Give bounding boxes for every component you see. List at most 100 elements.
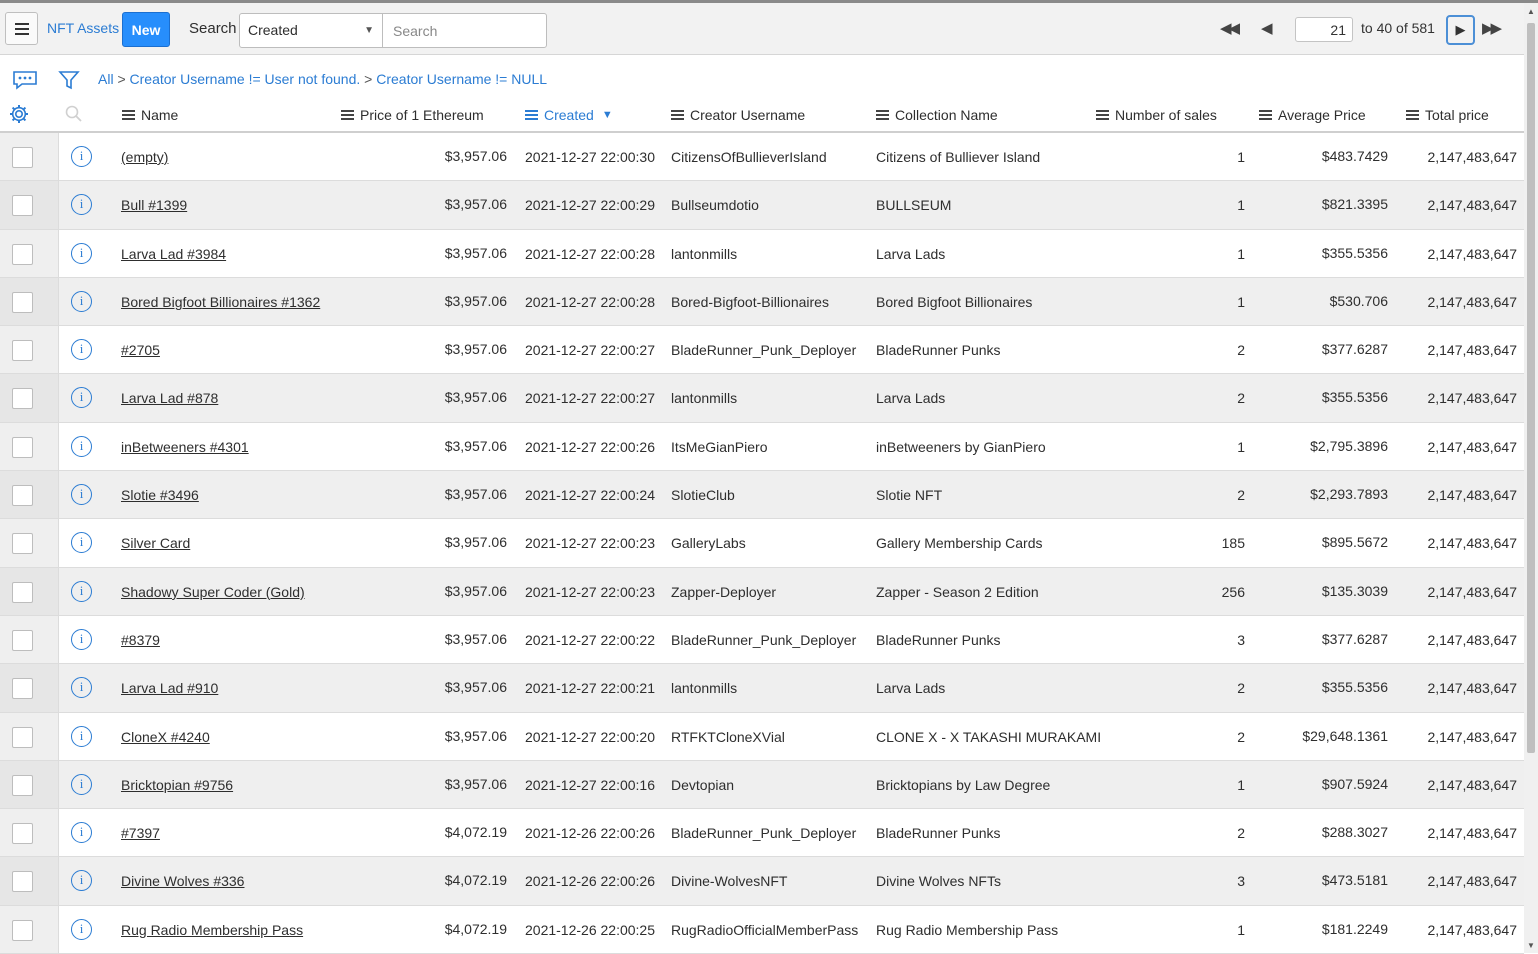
column-header-price-eth[interactable]: Price of 1 Ethereum [341,107,484,123]
info-icon[interactable]: i [71,387,92,409]
scrollbar-thumb[interactable] [1527,23,1535,753]
breadcrumb-all[interactable]: All [98,71,114,87]
row-name-link[interactable]: CloneX #4240 [121,729,210,745]
search-input[interactable] [382,13,547,48]
info-icon[interactable]: i [71,339,92,361]
comments-icon[interactable] [12,70,38,90]
info-icon[interactable]: i [71,146,92,167]
row-total-price: 2,147,483,647 [1427,583,1517,600]
scroll-up-icon[interactable]: ▲ [1527,7,1535,16]
row-name-link[interactable]: Larva Lad #878 [121,390,218,406]
row-name-link[interactable]: Bricktopian #9756 [121,777,233,793]
info-icon[interactable]: i [71,773,92,795]
row-checkbox[interactable] [12,436,33,458]
row-name-link[interactable]: Silver Card [121,535,190,551]
row-checkbox[interactable] [12,581,33,603]
column-menu-icon[interactable] [341,108,354,122]
first-page-icon[interactable]: ◀◀ [1220,19,1240,37]
row-checkbox[interactable] [12,678,33,700]
page-number-input[interactable] [1295,17,1353,42]
row-checkbox[interactable] [12,147,33,168]
row-checkbox[interactable] [12,774,33,796]
column-menu-icon[interactable] [1406,108,1419,122]
search-icon[interactable] [64,104,84,124]
column-header-avg-price[interactable]: Average Price [1259,107,1366,123]
table-row: i (empty) $3,957.06 2021-12-27 22:00:30 Citi… [0,133,1524,182]
row-checkbox[interactable] [12,919,33,941]
row-created: 2021-12-27 22:00:27 [525,390,655,407]
column-header-creator[interactable]: Creator Username [671,107,805,123]
column-header-collection[interactable]: Collection Name [876,107,998,123]
last-page-icon[interactable]: ▶▶ [1482,19,1502,37]
row-name-link[interactable]: #2705 [121,342,160,358]
breadcrumb-filter-2[interactable]: Creator Username != NULL [376,71,547,87]
row-checkbox[interactable] [12,291,33,313]
info-icon[interactable]: i [71,484,92,506]
column-menu-icon[interactable] [525,108,538,122]
info-icon[interactable]: i [71,532,92,554]
prev-page-icon[interactable]: ◀ [1261,19,1272,37]
search-field-select[interactable]: Created ▼ [239,13,383,48]
row-name-link[interactable]: #7397 [121,825,160,841]
row-name-link[interactable]: Shadowy Super Coder (Gold) [121,584,305,600]
row-name-link[interactable]: Divine Wolves #336 [121,873,244,889]
row-collection: BULLSEUM [876,197,952,214]
row-checkbox[interactable] [12,629,33,651]
column-header-total-price[interactable]: Total price [1406,107,1489,123]
column-header-name[interactable]: Name [122,107,178,123]
info-icon[interactable]: i [71,870,92,892]
info-icon[interactable]: i [71,435,92,457]
column-menu-icon[interactable] [876,108,889,122]
info-icon[interactable]: i [71,242,92,264]
next-page-icon[interactable]: ▶ [1446,15,1475,45]
row-avg-price: $135.3039 [1321,582,1388,599]
info-icon[interactable]: i [71,918,92,940]
column-menu-icon[interactable] [671,108,684,122]
row-checkbox[interactable] [12,388,33,410]
menu-icon[interactable] [5,12,38,45]
info-icon[interactable]: i [71,822,92,844]
scroll-down-icon[interactable]: ▼ [1527,941,1535,950]
row-name-link[interactable]: Rug Radio Membership Pass [121,922,303,938]
sort-descending-icon[interactable]: ▼ [602,109,613,121]
row-name-link[interactable]: Larva Lad #3984 [121,246,226,262]
row-checkbox[interactable] [12,243,33,265]
info-icon[interactable]: i [71,677,92,699]
row-name-link[interactable]: inBetweeners #4301 [121,439,249,455]
filter-icon[interactable] [58,69,80,91]
info-icon[interactable]: i [71,725,92,747]
row-name-link[interactable]: Bored Bigfoot Billionaires #1362 [121,294,320,310]
info-icon[interactable]: i [71,290,92,312]
row-checkbox[interactable] [12,726,33,748]
column-header-created[interactable]: Created ▼ [525,107,613,123]
row-checkbox[interactable] [12,340,33,362]
column-menu-icon[interactable] [122,108,135,122]
row-name-link[interactable]: #8379 [121,632,160,648]
column-menu-icon[interactable] [1096,108,1109,122]
column-header-sales[interactable]: Number of sales [1096,107,1217,123]
row-name-link[interactable]: Slotie #3496 [121,487,199,503]
row-collection: Divine Wolves NFTs [876,873,1001,890]
row-checkbox[interactable] [12,533,33,555]
row-checkbox[interactable] [12,871,33,893]
row-name-link[interactable]: (empty) [121,149,168,165]
row-checkbox[interactable] [12,823,33,845]
gear-icon[interactable] [8,103,30,125]
row-checkbox[interactable] [12,195,33,217]
row-name-link[interactable]: Bull #1399 [121,197,187,213]
row-collection: Bricktopians by Law Degree [876,776,1051,793]
row-avg-price: $181.2249 [1321,920,1388,937]
info-icon[interactable]: i [71,580,92,602]
column-menu-icon[interactable] [1259,108,1272,122]
row-name-link[interactable]: Larva Lad #910 [121,680,218,696]
vertical-scrollbar[interactable]: ▲ ▼ [1524,3,1538,953]
info-icon[interactable]: i [71,628,92,650]
info-icon[interactable]: i [71,194,92,216]
row-avg-price: $377.6287 [1321,630,1388,647]
new-button[interactable]: New [122,12,170,47]
breadcrumb-filter-1[interactable]: Creator Username != User not found. [130,71,361,87]
list-title[interactable]: NFT Assets [47,20,119,36]
row-sales: 1 [1237,921,1245,938]
row-checkbox[interactable] [12,485,33,507]
row-creator: lantonmills [671,390,738,407]
